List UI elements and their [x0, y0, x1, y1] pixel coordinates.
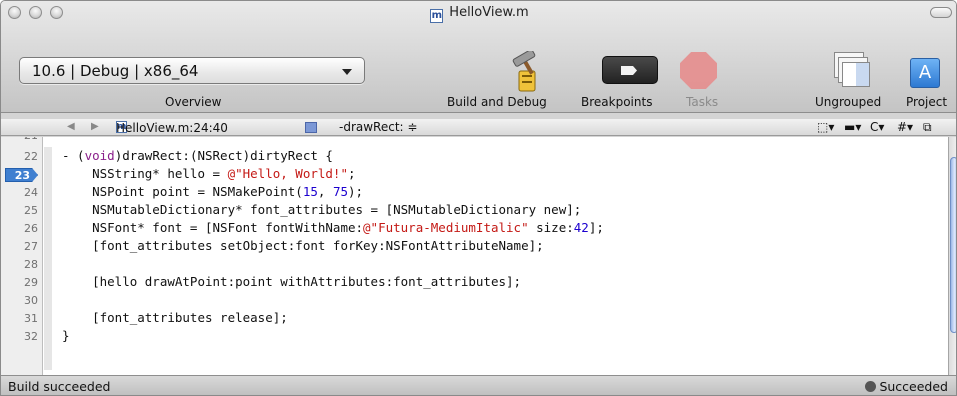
objc-file-icon: m	[430, 9, 444, 23]
success-icon	[865, 381, 877, 392]
project-app-icon: A	[918, 62, 932, 83]
code-line[interactable]: - (void)drawRect:(NSRect)dirtyRect {	[62, 148, 333, 163]
counterparts-icon[interactable]: ⧉	[923, 120, 932, 135]
code-line[interactable]: NSString* hello = @"Hello, World!";	[62, 166, 355, 181]
overview-popup-value: 10.6 | Debug | x86_64	[32, 62, 199, 80]
ungrouped-button[interactable]	[834, 52, 870, 88]
hammer-icon	[512, 51, 536, 92]
line-number: 28	[24, 258, 38, 271]
scrollbar-thumb[interactable]	[950, 157, 956, 333]
code-editor[interactable]: 21 22 23 24 25 26 27 28 29 30 31 32 - (v…	[1, 137, 948, 375]
code-line[interactable]: [hello drawAtPoint:point withAttributes:…	[62, 274, 521, 289]
project-button[interactable]: A	[910, 58, 940, 88]
build-result[interactable]: Succeeded	[865, 379, 948, 394]
line-number: 32	[24, 330, 38, 343]
line-number: 30	[24, 294, 38, 307]
tasks-label: Tasks	[686, 95, 719, 109]
xcode-window: m HelloView.m 10.6 | Debug | x86_64 Overv…	[0, 0, 957, 396]
breakpoints-menu-icon[interactable]: ▬▾	[844, 120, 861, 134]
code-line[interactable]: NSPoint point = NSMakePoint(15, 75);	[62, 184, 363, 199]
overview-popup[interactable]: 10.6 | Debug | x86_64	[19, 57, 365, 84]
navigation-bar: ◀ ▶ mHelloView.m:24:40 ≑ -drawRect: ≑ ⬚▾…	[1, 119, 956, 149]
line-number: 21	[1, 137, 38, 142]
window-title: HelloView.m	[449, 5, 529, 20]
tasks-stop-icon	[680, 52, 717, 89]
window-title-bar: m HelloView.m	[1, 5, 956, 23]
code-text-area[interactable]: - (void)drawRect:(NSRect)dirtyRect { NSS…	[62, 137, 942, 375]
code-line[interactable]: NSMutableDictionary* font_attributes = […	[62, 202, 581, 217]
code-line[interactable]: [font_attributes setObject:font forKey:N…	[62, 238, 544, 253]
build-and-debug-label: Build and Debug	[447, 95, 547, 109]
breakpoint-marker[interactable]: 23	[5, 168, 38, 182]
bookmarks-menu-icon[interactable]: ⬚▾	[817, 120, 834, 134]
breakpoints-button[interactable]	[602, 56, 658, 84]
method-popup[interactable]: -drawRect: ≑	[339, 120, 417, 134]
code-folding-ribbon[interactable]	[44, 147, 52, 370]
class-hierarchy-icon[interactable]: C▾	[870, 120, 884, 134]
code-line[interactable]: [font_attributes release];	[62, 310, 288, 325]
ungrouped-label: Ungrouped	[815, 95, 882, 109]
line-number: 29	[24, 276, 38, 289]
line-number: 26	[24, 222, 38, 235]
line-number: 31	[24, 312, 38, 325]
popup-arrow-icon	[342, 69, 352, 75]
line-number-gutter: 21 22 23 24 25 26 27 28 29 30 31 32	[1, 137, 43, 375]
build-result-label: Succeeded	[879, 379, 948, 394]
toolbar-area: m HelloView.m 10.6 | Debug | x86_64 Overv…	[1, 1, 956, 113]
build-status-text: Build succeeded	[8, 379, 111, 394]
line-number: 25	[24, 204, 38, 217]
forward-arrow-icon[interactable]: ▶	[91, 121, 99, 132]
breakpoints-label: Breakpoints	[581, 95, 653, 109]
status-bar: Build succeeded Succeeded	[1, 375, 956, 395]
vertical-scrollbar[interactable]	[948, 137, 956, 375]
toolbar-toggle-button[interactable]	[930, 7, 952, 18]
code-line[interactable]: }	[62, 328, 70, 343]
included-files-icon[interactable]: #▾	[897, 120, 913, 134]
line-number: 24	[24, 186, 38, 199]
back-arrow-icon[interactable]: ◀	[67, 121, 75, 132]
overview-label: Overview	[165, 95, 222, 109]
project-label: Project	[906, 95, 948, 109]
build-and-debug-button[interactable]	[505, 51, 551, 93]
line-number: 22	[24, 150, 38, 163]
code-line[interactable]: NSFont* font = [NSFont fontWithName:@"Fu…	[62, 220, 604, 235]
line-number: 27	[24, 240, 38, 253]
method-icon	[305, 122, 317, 133]
